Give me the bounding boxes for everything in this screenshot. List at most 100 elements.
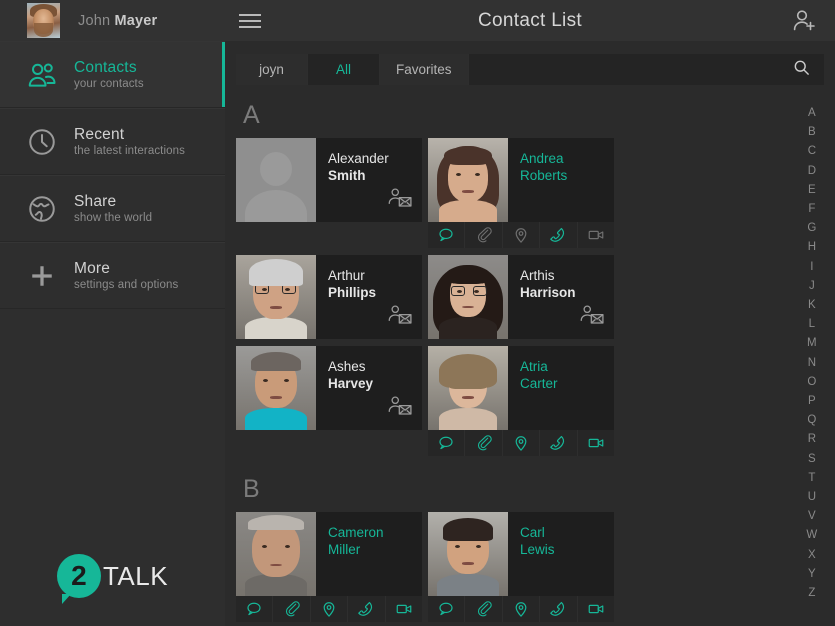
- profile-name: John Mayer: [78, 13, 157, 29]
- sidebar-item-text: Contacts your contacts: [74, 59, 144, 90]
- contact-card-slot: Arthis Harrison: [428, 255, 614, 339]
- alpha-index-J[interactable]: J: [809, 277, 815, 296]
- sidebar-item-title: More: [74, 259, 111, 277]
- contact-info: Arthis Harrison: [508, 255, 614, 339]
- user-profile-header[interactable]: John Mayer: [0, 0, 225, 41]
- sidebar-item-title: Recent: [74, 125, 125, 143]
- sidebar-item-share[interactable]: Share show the world: [0, 175, 225, 242]
- alpha-index-I[interactable]: I: [810, 258, 814, 277]
- invite-contact-icon[interactable]: [387, 187, 413, 214]
- alpha-index-E[interactable]: E: [808, 181, 816, 200]
- sidebar-item-subtitle: your contacts: [74, 78, 144, 91]
- alpha-index-Z[interactable]: Z: [808, 584, 815, 603]
- sidebar-item-title: Share: [74, 192, 117, 210]
- alpha-index-K[interactable]: K: [808, 296, 816, 315]
- contact-last-name: Smith: [328, 167, 366, 183]
- contact-action-bar: [236, 596, 422, 622]
- alpha-index-P[interactable]: P: [808, 392, 816, 411]
- action-attach-button[interactable]: [465, 430, 503, 456]
- contact-card[interactable]: Alexander Smith: [236, 138, 422, 222]
- action-video-button[interactable]: [578, 222, 614, 248]
- contact-card[interactable]: Arthur Phillips: [236, 255, 422, 339]
- alpha-index-W[interactable]: W: [806, 526, 817, 545]
- main-panel: Contact List joyn All Favorites A Alexander…: [225, 0, 835, 626]
- sidebar-nav: Contacts your contacts Recent the latest in…: [0, 41, 225, 309]
- action-attach-button[interactable]: [465, 222, 503, 248]
- invite-contact-icon[interactable]: [579, 304, 605, 331]
- alphabet-index[interactable]: ABCDEFGHIJKLMNOPQRSTUVWXYZ: [789, 0, 835, 626]
- alpha-index-U[interactable]: U: [808, 488, 817, 507]
- alpha-index-N[interactable]: N: [808, 354, 817, 373]
- action-chat-button[interactable]: [428, 596, 466, 622]
- alpha-index-S[interactable]: S: [808, 450, 816, 469]
- alpha-index-T[interactable]: T: [808, 469, 815, 488]
- action-attach-button[interactable]: [273, 596, 311, 622]
- people-icon: [14, 60, 70, 90]
- contact-avatar: [428, 255, 508, 339]
- contact-grid: CameronMillerCarlLewisChelseaJackson: [236, 512, 789, 626]
- alpha-index-O[interactable]: O: [807, 373, 816, 392]
- alpha-index-D[interactable]: D: [808, 162, 817, 181]
- contact-avatar: [236, 255, 316, 339]
- logo-text: TALK: [102, 560, 169, 591]
- tab-joyn[interactable]: joyn: [236, 54, 308, 85]
- action-location-button[interactable]: [503, 430, 541, 456]
- alpha-index-L[interactable]: L: [809, 315, 816, 334]
- contact-action-bar: [428, 596, 614, 622]
- contact-card[interactable]: Atria Carter: [428, 346, 614, 430]
- contact-card[interactable]: Ashes Harvey: [236, 346, 422, 430]
- action-location-button[interactable]: [311, 596, 349, 622]
- action-video-button[interactable]: [386, 596, 422, 622]
- tab-favorites[interactable]: Favorites: [380, 54, 469, 85]
- contact-last-name: Lewis: [520, 541, 555, 557]
- speech-bubble-icon: 2: [56, 554, 101, 604]
- contact-first-name: Alexander: [328, 151, 389, 166]
- action-call-button[interactable]: [540, 222, 578, 248]
- alpha-index-R[interactable]: R: [808, 430, 817, 449]
- contact-avatar: [236, 512, 316, 596]
- contact-card[interactable]: Andrea Roberts: [428, 138, 614, 222]
- alpha-index-V[interactable]: V: [808, 507, 816, 526]
- invite-contact-icon[interactable]: [387, 304, 413, 331]
- alpha-index-B[interactable]: B: [808, 123, 816, 142]
- sidebar-item-recent[interactable]: Recent the latest interactions: [0, 108, 225, 175]
- contact-card[interactable]: Cameron Miller: [236, 512, 422, 596]
- alpha-index-C[interactable]: C: [808, 142, 817, 161]
- action-chat-button[interactable]: [428, 430, 466, 456]
- contact-card-slot: Alexander Smith: [236, 138, 422, 248]
- action-call-button[interactable]: [540, 596, 578, 622]
- contact-card[interactable]: Arthis Harrison: [428, 255, 614, 339]
- alpha-index-X[interactable]: X: [808, 546, 816, 565]
- alpha-index-G[interactable]: G: [807, 219, 816, 238]
- hamburger-icon[interactable]: [225, 13, 273, 28]
- alpha-index-H[interactable]: H: [808, 238, 817, 257]
- search-input[interactable]: [468, 62, 792, 77]
- alpha-index-F[interactable]: F: [808, 200, 815, 219]
- action-call-button[interactable]: [540, 430, 578, 456]
- sidebar: John Mayer Contacts your contacts Recent th…: [0, 0, 225, 626]
- sidebar-item-more[interactable]: More settings and options: [0, 242, 225, 309]
- action-chat-button[interactable]: [236, 596, 274, 622]
- alpha-index-Y[interactable]: Y: [808, 565, 816, 584]
- alpha-index-M[interactable]: M: [807, 334, 817, 353]
- action-call-button[interactable]: [348, 596, 386, 622]
- sidebar-item-contacts[interactable]: Contacts your contacts: [0, 41, 225, 108]
- avatar: [27, 2, 60, 38]
- action-location-button[interactable]: [503, 596, 541, 622]
- contact-card[interactable]: Carl Lewis: [428, 512, 614, 596]
- action-chat-button[interactable]: [428, 222, 466, 248]
- action-video-button[interactable]: [578, 430, 614, 456]
- action-location-button[interactable]: [503, 222, 541, 248]
- sidebar-item-text: Share show the world: [74, 193, 152, 224]
- invite-contact-icon[interactable]: [387, 395, 413, 422]
- tab-all[interactable]: All: [308, 54, 380, 85]
- alpha-index-A[interactable]: A: [808, 104, 816, 123]
- contact-last-name: Miller: [328, 541, 361, 557]
- sidebar-item-title: Contacts: [74, 58, 137, 76]
- plus-icon: [14, 261, 70, 291]
- action-attach-button[interactable]: [465, 596, 503, 622]
- alpha-index-Q[interactable]: Q: [807, 411, 816, 430]
- top-bar: Contact List: [225, 0, 835, 41]
- contact-card-slot: Cameron Miller: [236, 512, 422, 622]
- action-video-button[interactable]: [578, 596, 614, 622]
